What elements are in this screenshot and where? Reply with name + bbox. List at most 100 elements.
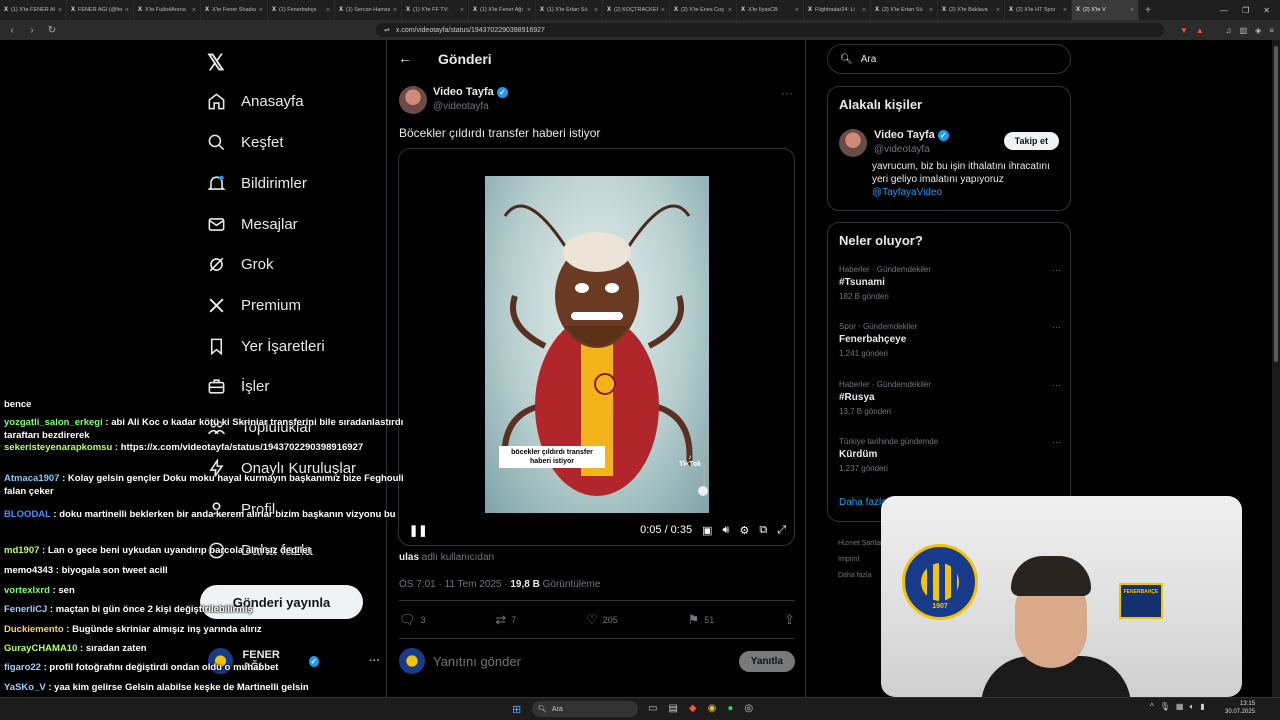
browser-tab[interactable]: X (1) X'te Ertan Sü × (536, 0, 603, 20)
post-author[interactable]: Video Tayfa ✓ @videotayfa (399, 86, 508, 114)
brave-rewards-icon[interactable]: ▲ (1196, 26, 1204, 35)
whatsapp-icon[interactable]: ● (727, 703, 733, 714)
media-icon[interactable]: ♫ (1226, 26, 1232, 35)
related-handle[interactable]: @videotayfa (874, 144, 949, 155)
close-icon[interactable]: × (862, 7, 866, 14)
network-icon[interactable]: ▦ (1176, 702, 1184, 712)
task-view-icon[interactable]: ▭ (648, 703, 657, 714)
author-name[interactable]: Video Tayfa (433, 86, 494, 98)
close-icon[interactable]: × (1130, 7, 1134, 14)
search-input[interactable]: Ara (861, 54, 877, 65)
site-info-icon[interactable]: ⇌ (384, 26, 390, 34)
share-action[interactable]: ⇪ (784, 612, 795, 628)
post-timestamp[interactable]: ÖS 7:01 · 11 Tem 2025 (399, 579, 501, 590)
nav-item-4[interactable]: Mesajlar (200, 204, 298, 244)
trend-item[interactable]: Spor · Gündemdekiler Fenerbahçeye 1.241 gö… (839, 322, 1061, 358)
file-explorer-icon[interactable]: ▤ (668, 703, 677, 714)
nav-item-1[interactable]: Anasayfa (200, 81, 304, 121)
close-icon[interactable]: × (326, 7, 330, 14)
close-icon[interactable]: × (594, 7, 598, 14)
url-bar[interactable]: ⇌ x.com/videotayfa/status/19437022903989… (376, 23, 1164, 37)
close-icon[interactable]: × (795, 7, 799, 14)
browser-tab[interactable]: X (1) X'te Fener Ağı × (469, 0, 536, 20)
close-icon[interactable]: × (460, 7, 464, 14)
author-handle[interactable]: @videotayfa (433, 101, 508, 112)
close-icon[interactable]: × (192, 7, 196, 14)
pause-icon[interactable]: ❚❚ (409, 524, 427, 537)
picture-in-picture-icon[interactable]: ⧉ (759, 524, 767, 537)
repost-action[interactable]: ⇄ 7 (495, 612, 516, 628)
reply-input[interactable] (433, 653, 723, 669)
avatar[interactable] (839, 129, 867, 157)
taskbar-search[interactable]: 🔍︎ Ara (532, 701, 638, 717)
taskbar-clock[interactable]: 13:15 30.07.2025 (1225, 700, 1255, 716)
back-arrow-icon[interactable]: ← (398, 50, 412, 66)
nav-item-5[interactable]: Grok (200, 244, 274, 284)
show-more-link[interactable]: Daha fazla (839, 497, 887, 508)
close-icon[interactable]: × (125, 7, 129, 14)
browser-tab[interactable]: X (1) X'te FENER AĞI × (0, 0, 67, 20)
nav-item-6[interactable]: Premium (200, 285, 301, 325)
close-icon[interactable]: × (58, 7, 62, 14)
trend-more-icon[interactable]: ··· (1052, 437, 1061, 447)
footer-terms[interactable]: Hizmet Şartları (838, 536, 884, 552)
browser-tab[interactable]: X (2) X'te Enes Coş × (670, 0, 737, 20)
fullscreen-icon[interactable]: ⤢ (777, 524, 786, 537)
trend-more-icon[interactable]: ··· (1052, 265, 1061, 275)
page-scrollbar-thumb[interactable] (1274, 46, 1278, 362)
close-icon[interactable]: × (996, 7, 1000, 14)
avatar[interactable] (399, 86, 427, 114)
brave-shield-icon[interactable]: ▼ (1180, 26, 1188, 35)
sidebar-icon[interactable]: ▥ (1240, 26, 1248, 35)
chrome-icon[interactable]: ◉ (708, 703, 717, 714)
footer-more[interactable]: Daha fazla (838, 568, 884, 584)
volume-icon[interactable]: 🔊︎ (723, 524, 730, 537)
browser-tab[interactable]: X (1) Sercan Hamza × (335, 0, 402, 20)
nav-item-7[interactable]: Yer İşaretleri (200, 326, 325, 366)
maximize-icon[interactable]: ❐ (1242, 6, 1249, 15)
trend-more-icon[interactable]: ··· (1052, 380, 1061, 390)
settings-gear-icon[interactable]: ⚙ (739, 524, 749, 537)
trend-item[interactable]: Haberler · Gündemdekiler #Rusya 13,7 B gön… (839, 380, 1061, 416)
footer-imprint[interactable]: Imprint (838, 552, 884, 568)
brave-icon[interactable]: ◆ (689, 703, 697, 714)
close-icon[interactable]: × (728, 7, 732, 14)
minimize-icon[interactable]: — (1220, 6, 1228, 15)
trend-more-icon[interactable]: ··· (1052, 322, 1061, 332)
browser-tab[interactable]: X (2) X'te Baklava × (938, 0, 1005, 20)
close-icon[interactable]: × (929, 7, 933, 14)
trend-item[interactable]: Türkiye tarihinde gündemde Kürdüm 1.237 gö… (839, 437, 1061, 473)
browser-tab[interactable]: X X'te Fener Shadow × (201, 0, 268, 20)
volume-slider[interactable] (703, 436, 706, 486)
menu-icon[interactable]: ≡ (1269, 26, 1274, 35)
bio-link[interactable]: @TayfayaVideo (872, 187, 942, 198)
new-tab-icon[interactable]: + (1139, 5, 1157, 16)
close-icon[interactable]: × (393, 7, 397, 14)
browser-tab[interactable]: X (2) X'te Ertan Sü × (871, 0, 938, 20)
close-icon[interactable]: × (1063, 7, 1067, 14)
close-icon[interactable]: × (661, 7, 665, 14)
reply-button[interactable]: Yanıtla (738, 650, 795, 672)
post-more-icon[interactable]: ··· (781, 86, 793, 100)
search-box[interactable]: 🔍︎ Ara (827, 44, 1071, 74)
forward-icon[interactable]: › (26, 25, 38, 36)
close-icon[interactable]: × (527, 7, 531, 14)
browser-tab[interactable]: X (2) KOÇTRACKER × (603, 0, 670, 20)
x-logo-icon[interactable]: 𝕏 (207, 50, 225, 76)
browser-tab[interactable]: X (2) X'te V × (1072, 0, 1139, 20)
related-person[interactable]: Video Tayfa ✓ @videotayfa (839, 129, 949, 157)
nav-item-3[interactable]: Bildirimler (200, 163, 307, 203)
speaker-icon[interactable]: 🔈︎ (1189, 702, 1194, 712)
wallet-icon[interactable]: ◈ (1255, 26, 1261, 35)
mic-icon[interactable]: 🎙︎ (1160, 702, 1170, 712)
browser-tab[interactable]: X X'te İlyasCB × (737, 0, 804, 20)
browser-tab[interactable]: X FENER AĞI (@fen × (67, 0, 134, 20)
video-frame[interactable]: böcekler çıldırdı transfer haberi istiyo… (485, 176, 709, 513)
browser-tab[interactable]: X X'te FutbolArena × (134, 0, 201, 20)
volume-slider-knob[interactable] (698, 486, 708, 496)
browser-tab[interactable]: X Flightradar24: Li × (804, 0, 871, 20)
bookmark-action[interactable]: ⚑ 51 (688, 612, 715, 628)
back-icon[interactable]: ‹ (6, 25, 18, 36)
trend-item[interactable]: Haberler · Gündemdekiler #Tsunami 182 B gö… (839, 265, 1061, 301)
like-action[interactable]: ♡ 205 (586, 612, 618, 628)
